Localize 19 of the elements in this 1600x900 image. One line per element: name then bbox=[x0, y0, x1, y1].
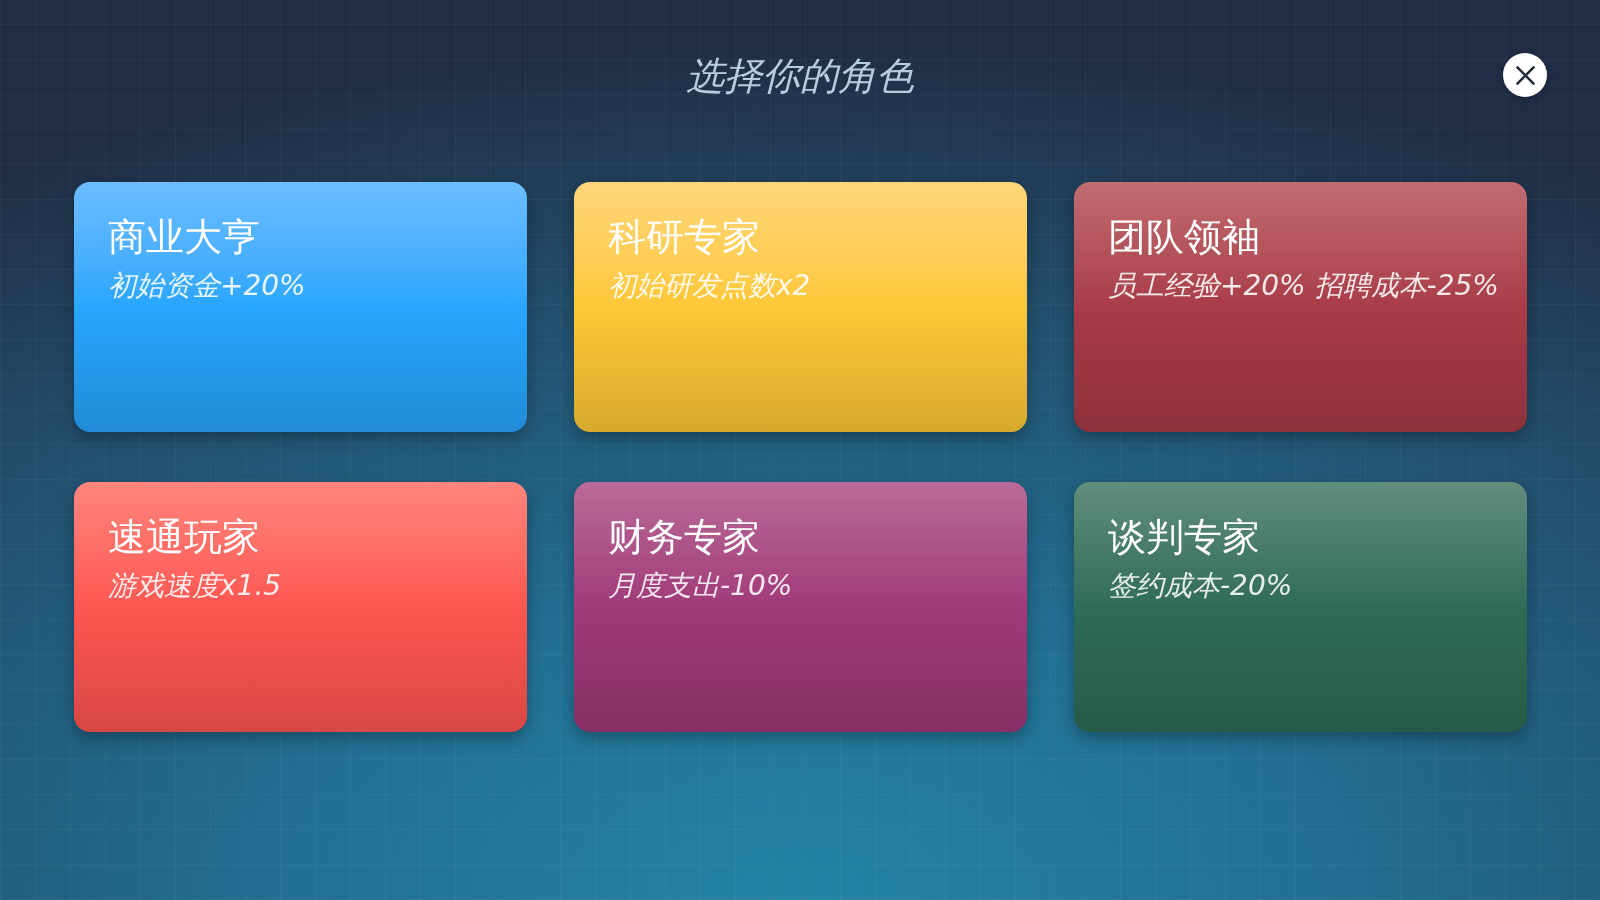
role-card[interactable]: 谈判专家 签约成本-20% bbox=[1074, 482, 1527, 732]
role-card[interactable]: 速通玩家 游戏速度x1.5 bbox=[74, 482, 527, 732]
role-bonus: 游戏速度x1.5 bbox=[108, 568, 282, 604]
role-card[interactable]: 团队领袖 员工经验+20% 招聘成本-25% bbox=[1074, 182, 1527, 432]
role-card[interactable]: 财务专家 月度支出-10% bbox=[574, 482, 1027, 732]
role-bonus: 月度支出-10% bbox=[608, 568, 793, 604]
role-name: 商业大亨 bbox=[108, 214, 260, 260]
role-name: 谈判专家 bbox=[1108, 514, 1260, 560]
role-bonus: 员工经验+20% 招聘成本-25% bbox=[1108, 268, 1499, 304]
close-icon bbox=[1515, 65, 1535, 85]
role-name: 速通玩家 bbox=[108, 514, 260, 560]
role-name: 财务专家 bbox=[608, 514, 760, 560]
screen-title: 选择你的角色 bbox=[686, 53, 914, 100]
close-button[interactable] bbox=[1503, 53, 1547, 97]
role-name: 科研专家 bbox=[608, 214, 760, 260]
role-bonus: 初始资金+20% bbox=[108, 268, 306, 304]
role-bonus: 初始研发点数x2 bbox=[608, 268, 811, 304]
role-bonus: 签约成本-20% bbox=[1108, 568, 1293, 604]
role-name: 团队领袖 bbox=[1108, 214, 1260, 260]
